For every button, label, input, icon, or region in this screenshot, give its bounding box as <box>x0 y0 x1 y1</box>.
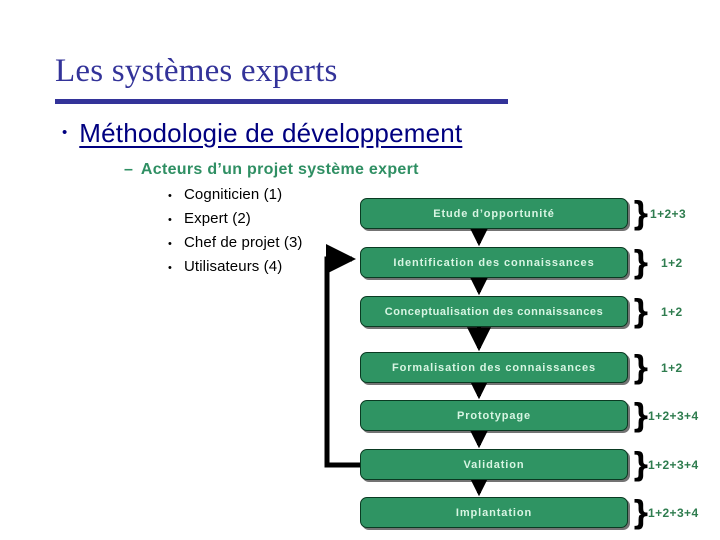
list-bullet-icon: • <box>168 214 172 226</box>
brace-icon: } <box>631 445 652 484</box>
flow-step-box[interactable]: Prototypage <box>360 400 628 431</box>
list-bullet-icon: • <box>168 238 172 250</box>
flow-step-annotation: 1+2+3+4 <box>648 505 699 520</box>
list-item: • Expert (2) <box>168 210 358 234</box>
flow-step-label: Prototypage <box>456 409 532 422</box>
brace-icon: } <box>631 194 652 233</box>
brace-icon: } <box>631 396 652 435</box>
flow-step-box[interactable]: Conceptualisation des connaissances <box>360 296 628 327</box>
heading-level2: – Acteurs d’un projet système expert <box>124 161 419 179</box>
dash-bullet-icon: – <box>124 161 133 178</box>
flow-step-box[interactable]: Validation <box>360 449 628 480</box>
heading-bullet-icon: • <box>62 124 68 141</box>
list-item: • Cogniticien (1) <box>168 186 358 210</box>
flow-step-annotation: 1+2 <box>661 255 683 270</box>
list-item: • Utilisateurs (4) <box>168 258 358 282</box>
flow-step-box[interactable]: Implantation <box>360 497 628 528</box>
heading-level1: • Méthodologie de développement <box>62 118 462 149</box>
flow-step-annotation: 1+2+3+4 <box>648 408 699 423</box>
page-title: Les systèmes experts <box>55 53 338 89</box>
actor-label: Chef de projet (3) <box>184 234 303 251</box>
flow-step-annotation: 1+2+3 <box>650 206 687 221</box>
flow-step-annotation: 1+2 <box>661 304 683 319</box>
heading-level1-label: Méthodologie de développement <box>79 118 463 148</box>
list-bullet-icon: • <box>168 262 172 274</box>
flow-step-annotation: 1+2 <box>661 360 683 375</box>
actor-label: Expert (2) <box>184 210 251 227</box>
brace-icon: } <box>631 493 652 532</box>
flow-step-box[interactable]: Formalisation des connaissances <box>360 352 628 383</box>
flow-step-label: Identification des connaissances <box>393 256 595 269</box>
flow-step-box[interactable]: Identification des connaissances <box>360 247 628 278</box>
flow-step-label: Formalisation des connaissances <box>392 361 596 374</box>
feedback-loop-arrow <box>324 244 360 468</box>
heading-level2-label: Acteurs d’un projet système expert <box>140 161 419 178</box>
list-bullet-icon: • <box>168 190 172 202</box>
flow-step-box[interactable]: Etude d’opportunité <box>360 198 628 229</box>
actor-label: Cogniticien (1) <box>184 186 283 203</box>
list-item: • Chef de projet (3) <box>168 234 358 258</box>
actor-label: Utilisateurs (4) <box>184 258 283 275</box>
flow-step-label: Conceptualisation des connaissances <box>384 305 604 318</box>
flow-step-annotation: 1+2+3+4 <box>648 457 699 472</box>
title-underline-rule <box>55 99 508 104</box>
brace-icon: } <box>631 348 652 387</box>
flow-step-label: Implantation <box>455 506 533 519</box>
actors-list: • Cogniticien (1) • Expert (2) • Chef de… <box>168 186 358 282</box>
slide-canvas: Les systèmes experts • Méthodologie de d… <box>0 0 720 540</box>
flow-step-label: Etude d’opportunité <box>433 207 555 220</box>
brace-icon: } <box>631 292 652 331</box>
flow-step-label: Validation <box>463 458 525 471</box>
brace-icon: } <box>631 243 652 282</box>
